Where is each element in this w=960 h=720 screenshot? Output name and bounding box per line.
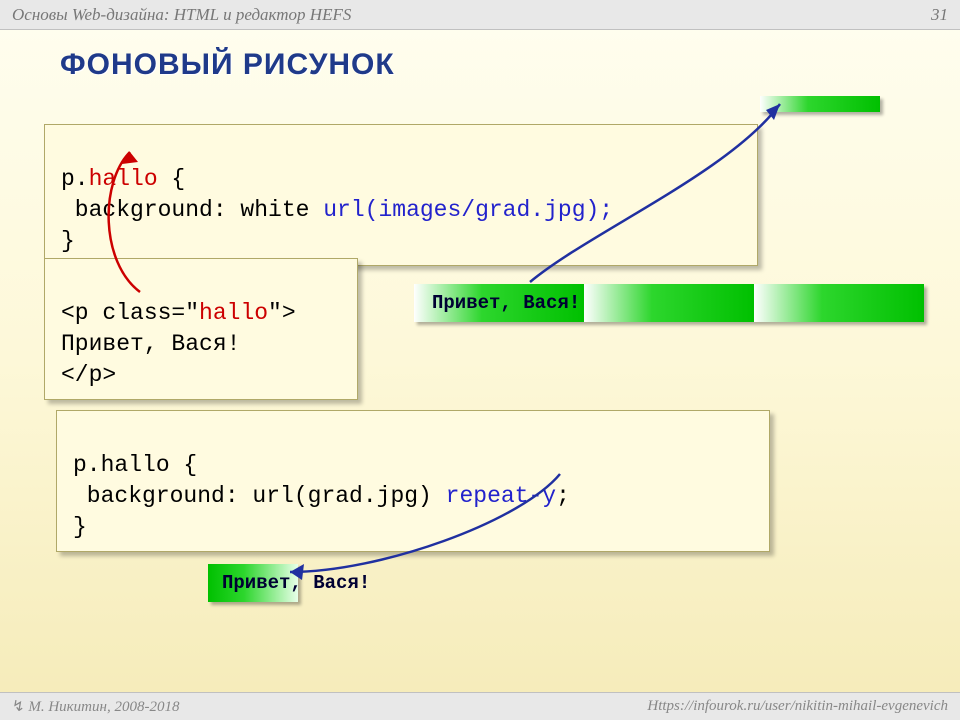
footer-url: Https://infourok.ru/user/nikitin-mihail-… xyxy=(647,698,948,715)
page-number: 31 xyxy=(931,5,948,25)
code: p.hallo { xyxy=(73,452,197,478)
html-code-box: <p class="hallo"> Привет, Вася! </p> xyxy=(44,258,358,400)
slide-title: ФОНОВЫЙ РИСУНОК xyxy=(0,30,960,92)
code: "> xyxy=(268,300,296,326)
output-label-2: Привет, Вася! xyxy=(222,572,370,594)
footer-author: ↯ М. Никитин, 2008-2018 xyxy=(12,697,179,716)
slide-content: p.hallo { background: white url(images/g… xyxy=(0,92,960,692)
output-label-1: Привет, Вася! xyxy=(432,292,580,314)
code: <p class=" xyxy=(61,300,199,326)
gradient-sample-small xyxy=(760,96,880,112)
css-code-box-2: p.hallo { background: url(grad.jpg) repe… xyxy=(56,410,770,552)
code: { xyxy=(158,166,186,192)
code: background: white xyxy=(61,197,323,223)
code: </p> xyxy=(61,362,116,388)
code: ; xyxy=(556,483,570,509)
code: Привет, Вася! xyxy=(61,331,240,357)
footer-bar: ↯ М. Никитин, 2008-2018 Https://infourok… xyxy=(0,692,960,720)
footer-icon: ↯ xyxy=(12,699,25,715)
code-repeat: repeat-y xyxy=(446,483,556,509)
code: background: url(grad.jpg) xyxy=(73,483,446,509)
code-class: hallo xyxy=(199,300,268,326)
code: } xyxy=(73,514,87,540)
code: } xyxy=(61,228,75,254)
css-code-box-1: p.hallo { background: white url(images/g… xyxy=(44,124,758,266)
code: p. xyxy=(61,166,89,192)
course-title: Основы Web-дизайна: HTML и редактор HEFS xyxy=(12,5,351,25)
code-selector: hallo xyxy=(89,166,158,192)
code-url: url(images/grad.jpg); xyxy=(323,197,613,223)
header-bar: Основы Web-дизайна: HTML и редактор HEFS… xyxy=(0,0,960,30)
